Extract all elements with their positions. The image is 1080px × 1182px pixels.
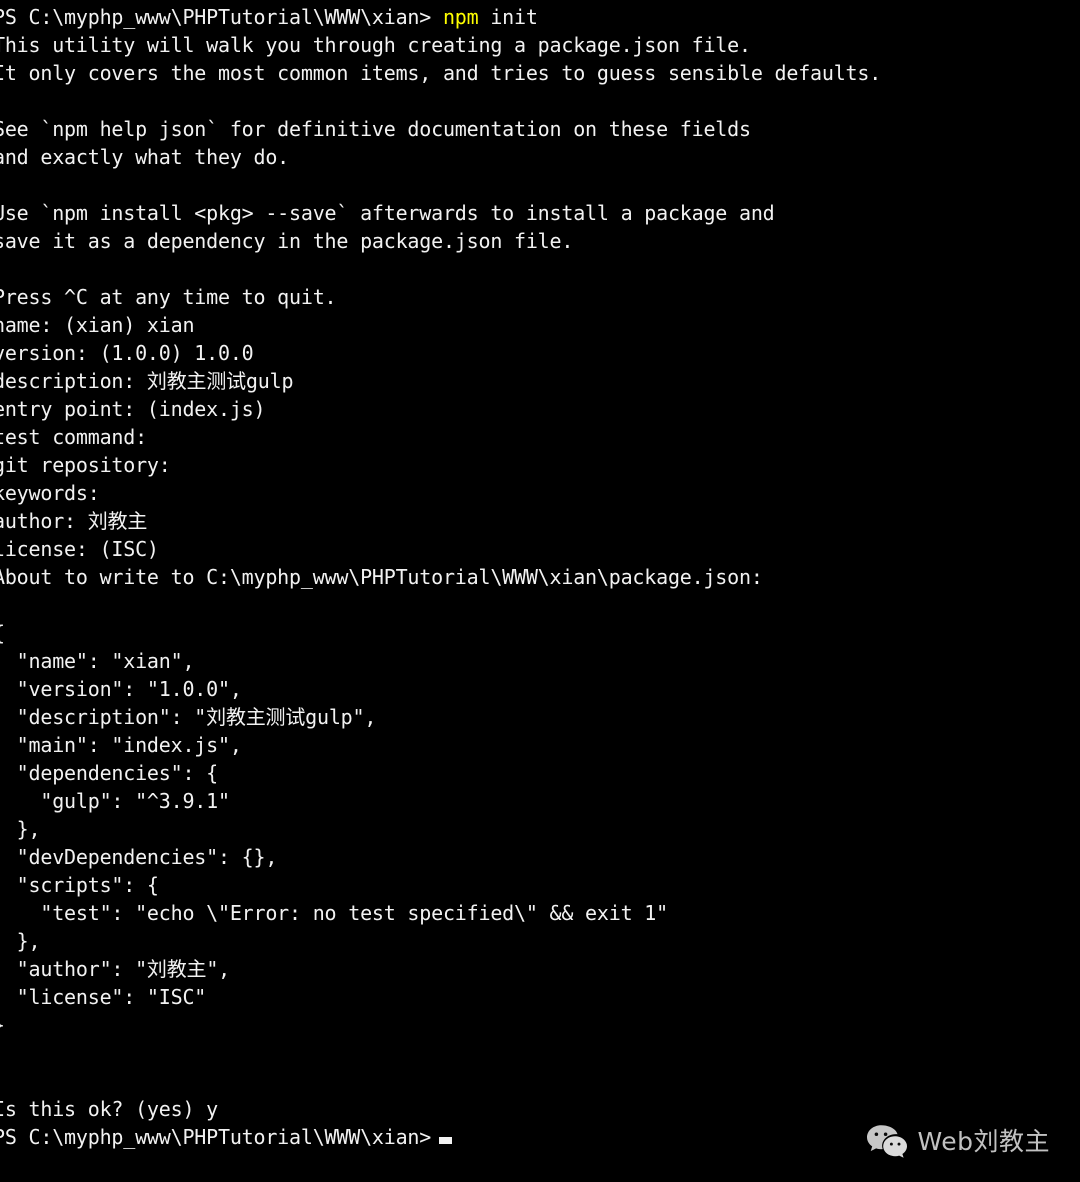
command-arguments: init xyxy=(478,5,538,29)
text-cursor xyxy=(439,1137,453,1144)
prompt-license: license: (ISC) xyxy=(0,537,159,561)
output-line: It only covers the most common items, an… xyxy=(0,61,882,85)
json-line: }, xyxy=(16,817,41,841)
json-line: "name": "xian", xyxy=(0,649,195,673)
wechat-icon xyxy=(866,1124,908,1160)
json-line: "test": "echo \"Error: no test specified… xyxy=(0,901,668,925)
json-line: "devDependencies": {}, xyxy=(0,845,278,869)
prompt-author: author: 刘教主 xyxy=(0,509,148,533)
watermark-label: Web刘教主 xyxy=(917,1127,1050,1156)
json-line: "author": "刘教主", xyxy=(0,957,231,981)
output-line: This utility will walk you through creat… xyxy=(0,33,751,57)
prompt-description: description: 刘教主测试gulp xyxy=(0,369,294,393)
prompt-version: version: (1.0.0) 1.0.0 xyxy=(0,341,254,365)
prompt-git-repository: git repository: xyxy=(0,453,171,477)
json-line: "dependencies": { xyxy=(0,761,219,785)
intro-output: This utility will walk you through creat… xyxy=(0,31,1080,311)
output-line: save it as a dependency in the package.j… xyxy=(0,229,574,253)
output-line: and exactly what they do. xyxy=(0,145,290,169)
output-line: Use `npm install <pkg> --save` afterward… xyxy=(0,201,775,225)
json-line: "description": "刘教主测试gulp", xyxy=(0,705,377,729)
init-prompt-list: name: (xian) xian version: (1.0.0) 1.0.0… xyxy=(0,311,1080,563)
json-line: }, xyxy=(16,929,41,953)
about-to-write-line: About to write to C:\myphp_www\PHPTutori… xyxy=(0,565,763,589)
prompt-name: name: (xian) xian xyxy=(0,313,195,337)
output-line: See `npm help json` for definitive docum… xyxy=(0,117,751,141)
json-line: } xyxy=(0,1011,1080,1039)
confirm-line: Is this ok? (yes) y xyxy=(0,1097,218,1121)
json-line: "gulp": "^3.9.1" xyxy=(0,789,230,813)
output-line: Press ^C at any time to quit. xyxy=(0,285,337,309)
shell-prompt: PS C:\myphp_www\PHPTutorial\WWW\xian> xyxy=(0,5,432,29)
npm-keyword: npm xyxy=(442,5,479,29)
command-line: PS C:\myphp_www\PHPTutorial\WWW\xian> np… xyxy=(0,3,1080,31)
terminal-window[interactable]: PS C:\myphp_www\PHPTutorial\WWW\xian> np… xyxy=(0,0,1080,1182)
json-line: "version": "1.0.0", xyxy=(0,677,242,701)
prompt-test-command: test command: xyxy=(0,425,147,449)
prompt-entry-point: entry point: (index.js) xyxy=(0,397,266,421)
json-line: "main": "index.js", xyxy=(0,733,242,757)
package-json-preview: { "name": "xian", "version": "1.0.0", "d… xyxy=(0,619,1080,1039)
prompt-keywords: keywords: xyxy=(0,481,100,505)
json-line: "license": "ISC" xyxy=(0,985,207,1009)
shell-prompt: PS C:\myphp_www\PHPTutorial\WWW\xian> xyxy=(0,1125,432,1149)
json-line: { xyxy=(0,619,1080,647)
json-line: "scripts": { xyxy=(0,873,159,897)
watermark: Web刘教主 xyxy=(866,1124,1050,1160)
